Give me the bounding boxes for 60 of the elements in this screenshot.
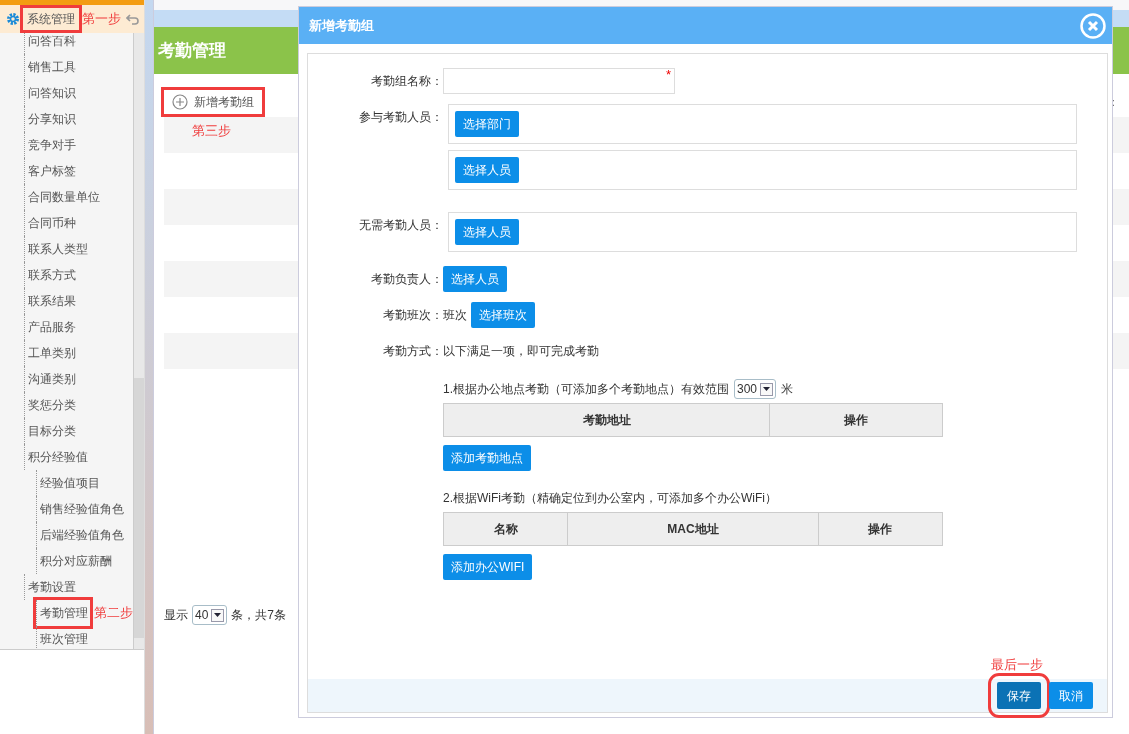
- tree-item[interactable]: 分享知识: [24, 106, 78, 132]
- pagination-total: 条，共7条: [231, 607, 287, 624]
- section-description: 1.根据办公地点考勤（可添加多个考勤地点）有效范围: [443, 381, 729, 398]
- pagination-label: 显示: [164, 607, 188, 624]
- section-description: 2.根据WiFi考勤（精确定位到办公室内，可添加多个办公WiFi）: [443, 490, 777, 507]
- field-label: 考勤班次：: [382, 307, 443, 324]
- field-label: 无需考勤人员：: [358, 217, 443, 234]
- unit-label: 米: [781, 381, 794, 398]
- close-button[interactable]: [1080, 12, 1106, 39]
- step-annotation: 第二步: [94, 604, 133, 623]
- close-icon: [1080, 12, 1106, 39]
- tree-item[interactable]: 联系结果: [24, 288, 78, 314]
- dropdown-caret-icon: [763, 387, 771, 391]
- tree-item[interactable]: 问答百科: [24, 33, 78, 54]
- tree-item[interactable]: 合同数量单位: [24, 184, 102, 210]
- field-value: 班次: [443, 307, 467, 324]
- range-select[interactable]: 300: [734, 379, 777, 399]
- add-group-button[interactable]: 新增考勤组: [164, 90, 262, 114]
- field-value: 以下满足一项，即可完成考勤: [443, 343, 599, 360]
- tree-item[interactable]: 合同币种: [24, 210, 78, 236]
- tree-item[interactable]: 班次管理: [36, 626, 90, 649]
- page-size-select[interactable]: 40: [192, 605, 228, 625]
- field-label: 考勤组名称：: [370, 73, 443, 90]
- tree-item[interactable]: 竞争对手: [24, 132, 78, 158]
- tree-item[interactable]: 联系人类型: [24, 236, 90, 262]
- step-annotation: 最后一步: [991, 656, 1043, 674]
- column-header: 名称: [443, 512, 568, 546]
- tree-item[interactable]: 积分经验值: [24, 444, 90, 470]
- tree-item[interactable]: 销售工具: [24, 54, 78, 80]
- tree-item[interactable]: 积分对应薪酬: [36, 548, 114, 574]
- tree-item[interactable]: 工单类别: [24, 340, 78, 366]
- field-label: 参与考勤人员：: [358, 109, 443, 126]
- dropdown-caret-icon: [214, 613, 222, 617]
- field-label: 考勤方式：: [382, 343, 443, 360]
- column-header: 操作: [818, 512, 943, 546]
- gear-icon: [6, 12, 20, 26]
- column-header: 考勤地址: [443, 403, 770, 437]
- tree-item[interactable]: 销售经验值角色: [36, 496, 126, 522]
- tree-item[interactable]: 后端经验值角色: [36, 522, 126, 548]
- save-button[interactable]: 保存: [997, 682, 1041, 709]
- tree-item[interactable]: 产品服务: [24, 314, 78, 340]
- tree-item[interactable]: 沟通类别: [24, 366, 78, 392]
- name-input-field[interactable]: *: [443, 68, 675, 94]
- cut-off-text: ：: [1107, 94, 1119, 111]
- tree-item[interactable]: 考勤管理: [36, 600, 90, 626]
- column-header: 操作: [769, 403, 943, 437]
- sidebar-header[interactable]: 系统管理: [23, 8, 79, 30]
- tree-item[interactable]: 目标分类: [24, 418, 78, 444]
- tree-item[interactable]: 考勤设置: [24, 574, 78, 600]
- field-label: 考勤负责人：: [370, 271, 443, 288]
- tree-item[interactable]: 问答知识: [24, 80, 78, 106]
- step-annotation: 第三步: [192, 122, 231, 140]
- tree-item[interactable]: 奖惩分类: [24, 392, 78, 418]
- plus-circle-icon: [172, 94, 188, 110]
- tree-item[interactable]: 经验值项目: [36, 470, 102, 496]
- tree-item[interactable]: 联系方式: [24, 262, 78, 288]
- tree-item[interactable]: 客户标签: [24, 158, 78, 184]
- step-annotation: 第一步: [82, 10, 121, 29]
- column-header: MAC地址: [567, 512, 819, 546]
- undo-icon: [126, 13, 140, 25]
